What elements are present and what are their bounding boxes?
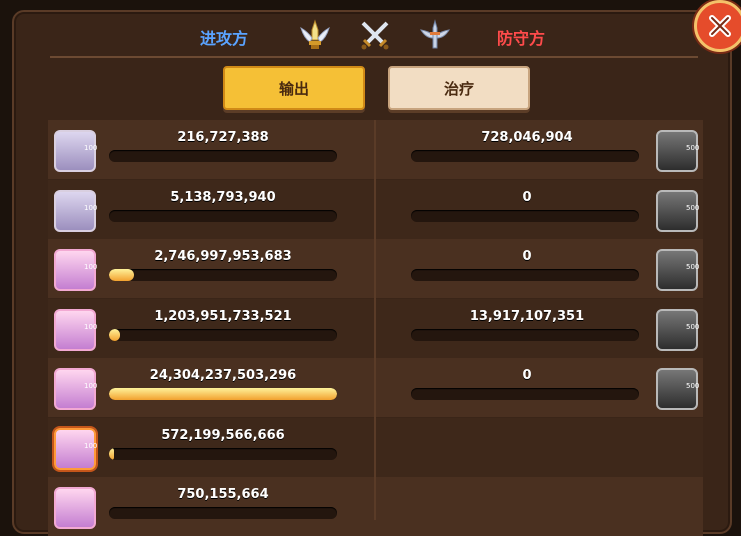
defender-hero-avatar[interactable]: 500 bbox=[656, 189, 700, 232]
attacker-damage-value: 2,746,997,953,683 bbox=[154, 249, 292, 264]
defender-damage-bar bbox=[411, 388, 639, 400]
defender-label: 防守方 bbox=[497, 29, 546, 48]
attacker-damage-value: 1,203,951,733,521 bbox=[154, 308, 292, 324]
winged-sword-trophy-icon bbox=[298, 18, 332, 52]
defender-damage-value: 0 bbox=[522, 368, 532, 383]
hero-level-label: 500 bbox=[686, 382, 700, 390]
attacker-damage-value: 24,304,237,503,296 bbox=[149, 368, 297, 383]
damage-bar-fill bbox=[109, 269, 135, 281]
damage-bar-fill bbox=[109, 447, 114, 460]
defender-hero-avatar[interactable]: 500 bbox=[656, 308, 700, 351]
attacker-hero-avatar[interactable]: 100 bbox=[54, 308, 98, 351]
defender-damage-bar bbox=[411, 328, 639, 341]
hero-level-label: 100 bbox=[84, 144, 98, 152]
attacker-damage-value: 216,727,388 bbox=[177, 130, 269, 145]
hero-level-label: 100 bbox=[84, 263, 98, 271]
hero-level-label: 100 bbox=[84, 322, 98, 331]
defender-damage-bar bbox=[411, 269, 639, 281]
hero-level-label: 100 bbox=[84, 382, 98, 390]
attacker-label: 进攻方 bbox=[200, 29, 249, 48]
attacker-hero-avatar[interactable] bbox=[54, 487, 96, 529]
tab-output[interactable]: 输出 bbox=[223, 66, 365, 110]
hero-level-label: 500 bbox=[686, 263, 700, 271]
hero-level-label: 500 bbox=[686, 322, 700, 331]
defender-hero-avatar[interactable]: 500 bbox=[656, 368, 700, 410]
defender-damage-value: 728,046,904 bbox=[481, 130, 573, 145]
attacker-hero-avatar[interactable]: 100 bbox=[54, 130, 98, 172]
damage-bar-fill bbox=[109, 388, 337, 400]
tab-heal[interactable]: 治疗 bbox=[388, 66, 530, 110]
hero-level-label: 500 bbox=[686, 203, 700, 212]
attacker-damage-value: 5,138,793,940 bbox=[170, 189, 276, 205]
attacker-damage-bar bbox=[109, 209, 337, 222]
defender-damage-value: 0 bbox=[522, 189, 532, 205]
close-icon bbox=[709, 15, 731, 37]
attacker-damage-value: 750,155,664 bbox=[177, 487, 269, 502]
defender-hero-avatar[interactable]: 500 bbox=[656, 130, 700, 172]
crossed-swords-icon bbox=[358, 18, 392, 52]
attacker-damage-bar bbox=[109, 328, 337, 341]
winged-sword-emblem-icon bbox=[418, 18, 452, 52]
attacker-damage-bar bbox=[109, 150, 337, 162]
damage-bar-fill bbox=[109, 328, 121, 341]
attacker-damage-bar bbox=[109, 507, 337, 519]
defender-damage-value: 0 bbox=[522, 249, 532, 264]
attacker-damage-bar bbox=[109, 447, 337, 460]
header-divider bbox=[50, 56, 698, 58]
defender-damage-value: 13,917,107,351 bbox=[469, 308, 585, 324]
attacker-hero-avatar[interactable]: 100 bbox=[54, 189, 98, 232]
defender-damage-bar bbox=[411, 209, 639, 222]
attacker-hero-avatar[interactable]: 100 bbox=[54, 427, 98, 470]
hero-level-label: 100 bbox=[84, 441, 98, 450]
defender-hero-avatar[interactable]: 500 bbox=[656, 249, 700, 291]
attacker-damage-bar bbox=[109, 388, 337, 400]
column-divider bbox=[374, 120, 376, 520]
attacker-damage-value: 572,199,566,666 bbox=[161, 427, 285, 443]
attacker-hero-avatar[interactable]: 100 bbox=[54, 368, 98, 410]
attacker-hero-avatar[interactable]: 100 bbox=[54, 249, 98, 291]
hero-level-label: 100 bbox=[84, 203, 98, 212]
close-button[interactable] bbox=[694, 0, 741, 52]
defender-damage-bar bbox=[411, 150, 639, 162]
hero-level-label: 500 bbox=[686, 144, 700, 152]
attacker-damage-bar bbox=[109, 269, 337, 281]
